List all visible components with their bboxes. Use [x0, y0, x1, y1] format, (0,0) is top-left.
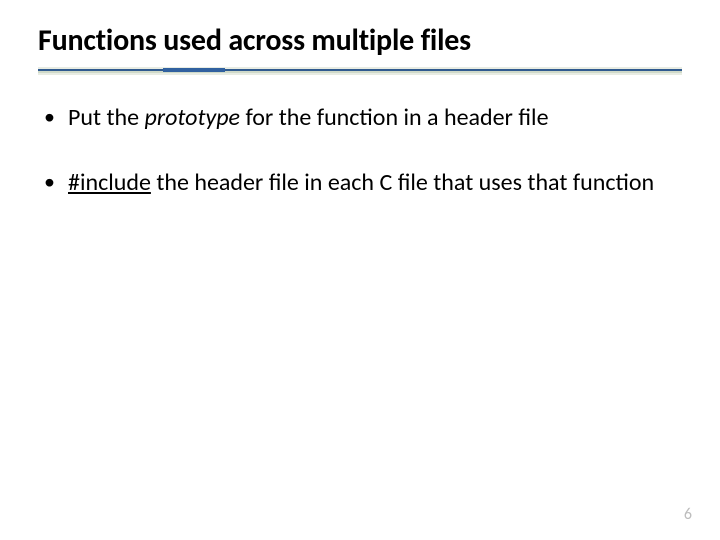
bullet-post: for the function in a header file [240, 103, 548, 132]
slide-body: Put the prototype for the function in a … [38, 103, 682, 198]
bullet-item: #include the header file in each C file … [68, 168, 682, 199]
bullet-item: Put the prototype for the function in a … [68, 103, 682, 134]
page-number: 6 [684, 505, 692, 524]
bullet-post: the header file in each C file that uses… [151, 168, 654, 197]
bullet-pre: Put the [68, 103, 145, 132]
bullet-emphasis: prototype [145, 103, 241, 132]
slide-title: Functions used across multiple files [38, 22, 682, 59]
rule-long [38, 69, 682, 71]
slide: Functions used across multiple files Put… [0, 0, 720, 540]
title-rule [38, 69, 682, 79]
bullet-list: Put the prototype for the function in a … [38, 103, 682, 198]
rule-short [163, 68, 225, 72]
bullet-emphasis: #include [68, 168, 151, 197]
